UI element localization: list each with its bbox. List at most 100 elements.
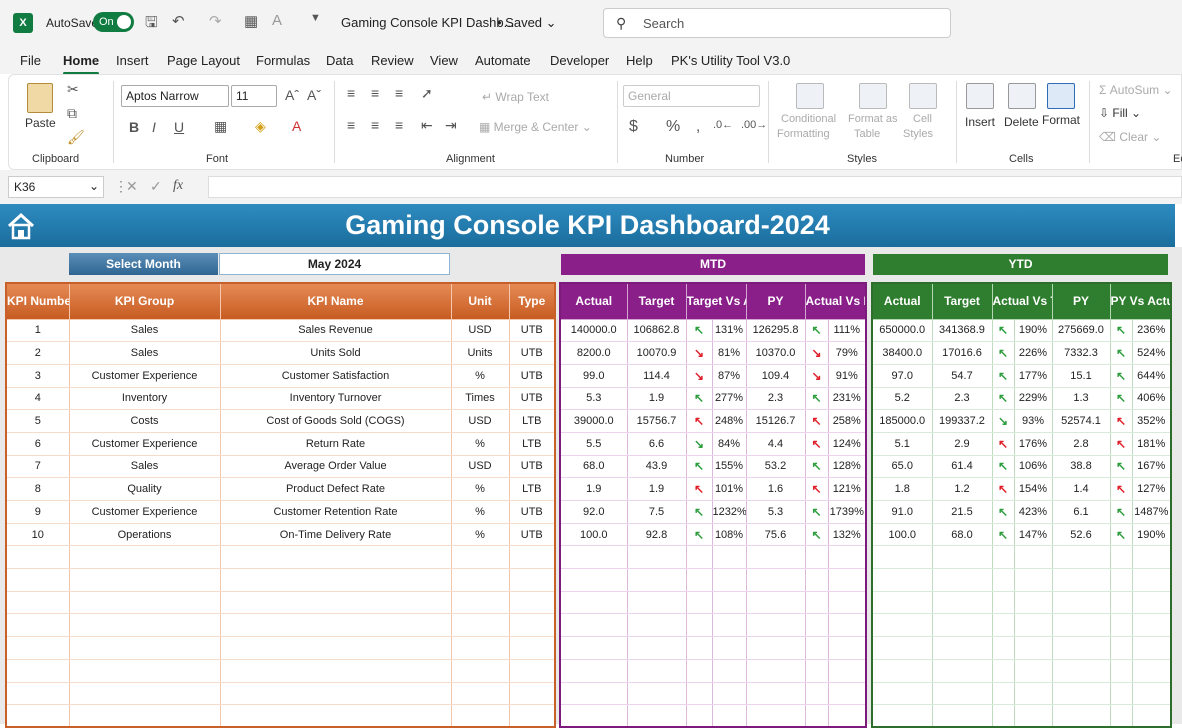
empty-cell[interactable] [560,682,628,706]
empty-cell[interactable] [627,659,687,683]
unit-cell[interactable]: USD [451,319,510,343]
empty-cell[interactable] [992,682,1015,706]
empty-cell[interactable] [220,636,452,660]
arrow-cell[interactable]: ↖ [686,387,713,411]
kpi-name-cell[interactable]: On-Time Delivery Rate [220,523,452,547]
arrow-cell[interactable]: ↖ [992,341,1015,365]
empty-cell[interactable] [451,704,510,728]
merge-center-button[interactable]: ▦ Merge & Center ⌄ [479,120,592,134]
ytd-actual-vs-target-cell[interactable]: 423% [1014,500,1053,524]
mtd-target-cell[interactable]: 6.6 [627,432,687,456]
empty-cell[interactable] [627,591,687,615]
empty-cell[interactable] [1052,682,1111,706]
ytd-py-cell[interactable]: 6.1 [1052,500,1111,524]
delete-cells-icon[interactable] [1008,83,1036,109]
undo-icon[interactable]: ↶ [172,12,185,30]
mtd-target-cell[interactable]: 114.4 [627,364,687,388]
empty-cell[interactable] [932,704,993,728]
border-icon[interactable]: ▦ [214,118,227,135]
empty-cell[interactable] [220,659,452,683]
insert-function-icon[interactable]: fx [173,178,183,194]
worksheet[interactable]: Gaming Console KPI Dashboard-2024 Select… [0,204,1182,728]
empty-cell[interactable] [828,613,867,638]
empty-cell[interactable] [828,568,867,592]
empty-cell[interactable] [872,613,933,638]
mtd-target-cell[interactable]: 92.8 [627,523,687,547]
cell-styles-icon[interactable] [909,83,937,109]
empty-cell[interactable] [1014,659,1053,683]
empty-cell[interactable] [712,591,747,615]
format-as-table-icon[interactable] [859,83,887,109]
mtd-actual-cell[interactable]: 5.5 [560,432,628,456]
ytd-target-cell[interactable]: 2.3 [932,387,993,411]
conditional-formatting-icon[interactable] [796,83,824,109]
unit-cell[interactable]: % [451,500,510,524]
ytd-py-cell[interactable]: 275669.0 [1052,319,1111,343]
empty-cell[interactable] [1110,613,1133,638]
ytd-actual-vs-target-cell[interactable]: 177% [1014,364,1053,388]
ytd-py-cell[interactable]: 15.1 [1052,364,1111,388]
home-icon[interactable] [6,211,36,241]
unit-cell[interactable]: % [451,432,510,456]
mtd-py-cell[interactable]: 2.3 [746,387,806,411]
kpi-number-cell[interactable]: 5 [6,409,70,433]
empty-cell[interactable] [992,704,1015,728]
empty-cell[interactable] [69,659,221,683]
empty-cell[interactable] [220,682,452,706]
empty-cell[interactable] [686,591,713,615]
mtd-actual-cell[interactable]: 140000.0 [560,319,628,343]
empty-cell[interactable] [560,613,628,638]
mtd-target-cell[interactable]: 10070.9 [627,341,687,365]
align-left-icon[interactable]: ≡ [347,117,355,133]
mtd-target-cell[interactable]: 106862.8 [627,319,687,343]
ytd-py-vs-actual-cell[interactable]: 644% [1132,364,1172,388]
font-color-icon[interactable]: A [272,12,282,29]
empty-cell[interactable] [932,659,993,683]
formula-input[interactable] [208,176,1182,198]
kpi-name-cell[interactable]: Return Rate [220,432,452,456]
arrow-cell[interactable]: ↘ [686,364,713,388]
empty-cell[interactable] [1052,659,1111,683]
empty-cell[interactable] [627,704,687,728]
empty-cell[interactable] [932,682,993,706]
empty-cell[interactable] [1110,545,1133,570]
kpi-name-cell[interactable]: Inventory Turnover [220,387,452,411]
ytd-actual-vs-target-cell[interactable]: 93% [1014,409,1053,433]
mtd-target-cell[interactable]: 1.9 [627,477,687,501]
mtd-py-cell[interactable]: 1.6 [746,477,806,501]
empty-cell[interactable] [805,591,829,615]
tab-developer[interactable]: Developer [550,53,609,68]
align-bottom-icon[interactable]: ≡ [395,85,403,101]
clear-button[interactable]: ⌫ Clear ⌄ [1099,130,1161,144]
align-right-icon[interactable]: ≡ [395,117,403,133]
empty-cell[interactable] [1110,636,1133,660]
empty-cell[interactable] [746,682,806,706]
ytd-py-vs-actual-cell[interactable]: 1487% [1132,500,1172,524]
empty-cell[interactable] [1132,613,1172,638]
insert-cells-button[interactable]: Insert [965,115,995,129]
mtd-actual-cell[interactable]: 92.0 [560,500,628,524]
mtd-actual-vs-py-cell[interactable]: 91% [828,364,867,388]
empty-cell[interactable] [627,545,687,570]
arrow-cell[interactable]: ↖ [1110,364,1133,388]
empty-cell[interactable] [451,591,510,615]
empty-cell[interactable] [992,568,1015,592]
empty-cell[interactable] [805,659,829,683]
arrow-cell[interactable]: ↖ [1110,500,1133,524]
mtd-actual-cell[interactable]: 1.9 [560,477,628,501]
ytd-target-cell[interactable]: 1.2 [932,477,993,501]
empty-cell[interactable] [560,545,628,570]
empty-cell[interactable] [451,682,510,706]
decrease-font-icon[interactable]: Aˇ [307,87,321,103]
format-cells-icon[interactable] [1047,83,1075,109]
fill-button[interactable]: ⇩ Fill ⌄ [1099,106,1141,120]
empty-cell[interactable] [872,545,933,570]
ytd-actual-cell[interactable]: 100.0 [872,523,933,547]
format-cells-button[interactable]: Format [1042,113,1080,127]
kpi-group-cell[interactable]: Customer Experience [69,432,221,456]
empty-cell[interactable] [560,591,628,615]
ytd-py-cell[interactable]: 38.8 [1052,455,1111,479]
empty-cell[interactable] [686,636,713,660]
empty-cell[interactable] [805,568,829,592]
arrow-cell[interactable]: ↖ [805,387,829,411]
